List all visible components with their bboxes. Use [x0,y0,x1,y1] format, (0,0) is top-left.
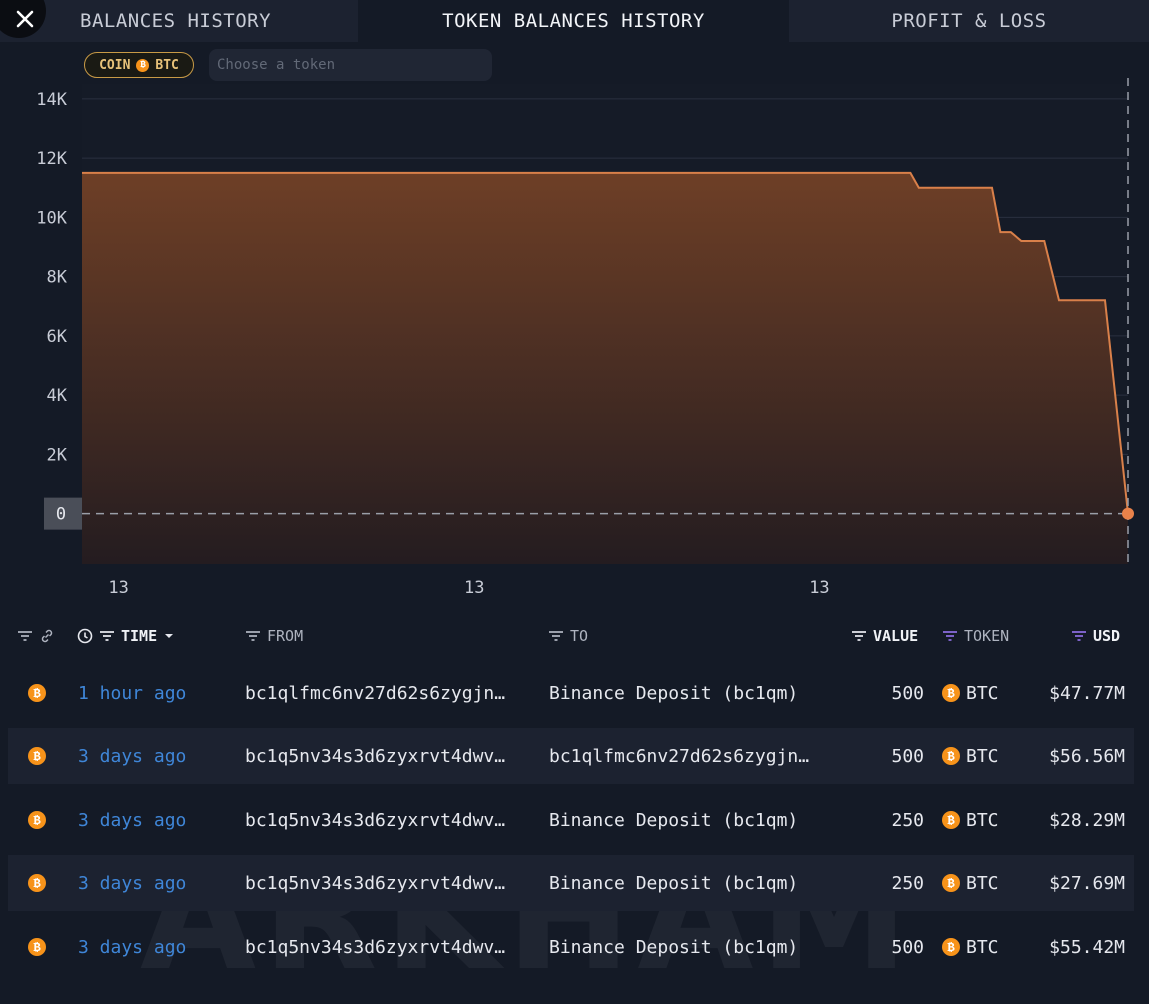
value-amount: 500 [891,936,924,958]
y-tick-label: 8K [47,268,68,288]
bitcoin-icon: ₿ [942,684,960,702]
value-amount: 500 [891,682,924,704]
filter-icon [1072,631,1086,641]
header-usd[interactable]: USD [1071,621,1120,651]
time-link[interactable]: 3 days ago [78,919,186,975]
filter-icon [100,631,114,641]
y-tick-label: 4K [47,386,68,406]
bitcoin-icon: ₿ [942,874,960,892]
link-icon [41,629,53,643]
filter-icon [549,631,563,641]
value-amount: 250 [891,872,924,894]
bitcoin-icon: ₿ [28,874,46,892]
y-tick-label: 2K [47,445,68,465]
token-cell[interactable]: ₿ BTC [942,665,999,721]
header-to[interactable]: TO [548,621,588,651]
current-value-label: 0 [56,505,66,525]
time-link[interactable]: 3 days ago [78,855,186,911]
header-usd-label: USD [1093,627,1121,645]
usd-amount: $27.69M [1049,872,1125,894]
usd-amount: $28.29M [1049,809,1125,831]
time-link[interactable]: 3 days ago [78,792,186,848]
to-address[interactable]: Binance Deposit (bc1qm) [549,919,798,975]
from-address[interactable]: bc1qlfmc6nv27d62s6zygjn… [245,665,505,721]
to-address[interactable]: Binance Deposit (bc1qm) [549,855,798,911]
clock-icon [77,628,93,644]
header-time[interactable]: TIME [77,621,175,651]
y-tick-label: 12K [36,149,67,169]
table-row[interactable]: ₿ 3 days ago bc1q5nv34s3d6zyxrvt4dwv… Bi… [8,919,1134,975]
time-link[interactable]: 1 hour ago [78,665,186,721]
token-balance-chart: 14K 12K 10K 8K 6K 4K 2K 13 13 13 0 [36,78,1134,598]
bitcoin-icon: ₿ [28,747,46,765]
close-icon [16,10,34,28]
token-symbol: BTC [966,745,999,767]
token-cell[interactable]: ₿ BTC [942,855,999,911]
time-link[interactable]: 3 days ago [78,728,186,784]
filter-icon [246,631,260,641]
header-value[interactable]: VALUE [851,621,918,651]
sort-down-icon [165,634,174,638]
header-time-label: TIME [121,627,158,645]
y-tick-label: 6K [47,327,68,347]
value-amount: 500 [891,745,924,767]
from-address[interactable]: bc1q5nv34s3d6zyxrvt4dwv… [245,728,505,784]
token-symbol: BTC [966,682,999,704]
from-address[interactable]: bc1q5nv34s3d6zyxrvt4dwv… [245,792,505,848]
table-row[interactable]: ₿ 1 hour ago bc1qlfmc6nv27d62s6zygjn… Bi… [8,665,1134,721]
header-from-label: FROM [267,627,304,645]
table-row[interactable]: ₿ 3 days ago bc1q5nv34s3d6zyxrvt4dwv… Bi… [8,792,1134,848]
x-axis-ticks: 13 13 13 [108,578,829,598]
y-tick-label: 14K [36,90,67,110]
header-link-filter[interactable] [17,621,55,651]
usd-amount: $56.56M [1049,745,1125,767]
bitcoin-icon: ₿ [28,684,46,702]
to-address[interactable]: Binance Deposit (bc1qm) [549,665,798,721]
y-tick-label: 10K [36,208,67,228]
balance-area [82,172,1128,564]
header-token-label: TOKEN [964,627,1010,645]
header-token[interactable]: TOKEN [942,621,1009,651]
bitcoin-icon: ₿ [942,938,960,956]
filter-icon [943,631,957,641]
token-symbol: BTC [966,936,999,958]
header-to-label: TO [570,627,589,645]
filter-icon [852,631,866,641]
value-amount: 250 [891,809,924,831]
token-cell[interactable]: ₿ BTC [942,792,999,848]
y-axis-ticks: 14K 12K 10K 8K 6K 4K 2K [36,90,67,466]
to-address[interactable]: bc1qlfmc6nv27d62s6zygjn… [549,728,809,784]
bitcoin-icon: ₿ [942,811,960,829]
token-symbol: BTC [966,872,999,894]
bitcoin-icon: ₿ [28,938,46,956]
to-address[interactable]: Binance Deposit (bc1qm) [549,792,798,848]
token-symbol: BTC [966,809,999,831]
header-value-label: VALUE [873,627,919,645]
table-row[interactable]: ₿ 3 days ago bc1q5nv34s3d6zyxrvt4dwv… bc… [8,728,1134,784]
token-cell[interactable]: ₿ BTC [942,728,999,784]
x-tick-label: 13 [809,578,829,598]
x-tick-label: 13 [108,578,128,598]
token-cell[interactable]: ₿ BTC [942,919,999,975]
usd-amount: $47.77M [1049,682,1125,704]
table-header: TIME FROM TO VALUE TOKEN USD [0,621,1149,651]
table-row[interactable]: ₿ 3 days ago bc1q5nv34s3d6zyxrvt4dwv… Bi… [8,855,1134,911]
usd-amount: $55.42M [1049,936,1125,958]
current-point-marker[interactable] [1122,507,1134,520]
from-address[interactable]: bc1q5nv34s3d6zyxrvt4dwv… [245,855,505,911]
from-address[interactable]: bc1q5nv34s3d6zyxrvt4dwv… [245,919,505,975]
header-from[interactable]: FROM [245,621,303,651]
x-tick-label: 13 [464,578,484,598]
bitcoin-icon: ₿ [28,811,46,829]
bitcoin-icon: ₿ [942,747,960,765]
filter-icon [18,631,32,641]
